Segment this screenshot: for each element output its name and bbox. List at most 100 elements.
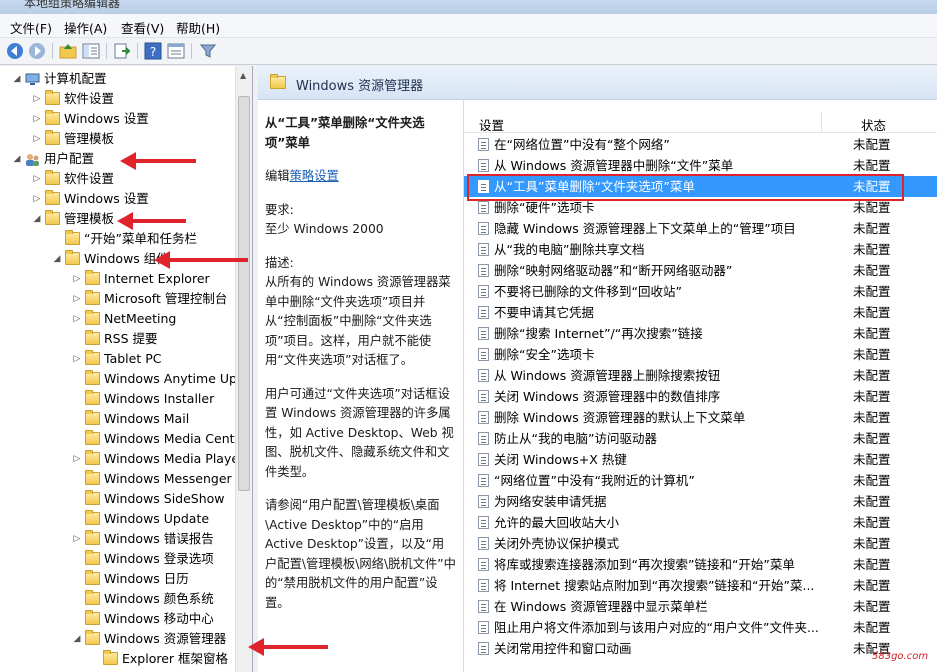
policy-setting-icon	[478, 621, 489, 634]
red-arrow-annotation	[248, 638, 328, 656]
expand-toggle-icon[interactable]: ▷	[72, 349, 82, 369]
expand-toggle-icon[interactable]: ▷	[72, 269, 82, 289]
policy-setting-icon	[478, 411, 489, 424]
policy-row[interactable]: 删除“搜索 Internet”/“再次搜索”链接 未配置	[464, 323, 937, 344]
policy-row[interactable]: “网络位置”中没有“我附近的计算机” 未配置	[464, 470, 937, 491]
expand-toggle-icon[interactable]: ▷	[72, 529, 82, 549]
policy-setting-icon	[478, 327, 489, 340]
forward-icon[interactable]	[28, 42, 46, 60]
policy-row[interactable]: 阻止用户将文件添加到与该用户对应的“用户文件”文件夹... 未配置	[464, 617, 937, 638]
tree-item-label: 计算机配置	[44, 71, 107, 86]
description-panel: 从“工具”菜单删除“文件夹选项”菜单 编辑策略设置 要求: 至少 Windows…	[258, 100, 463, 672]
policy-row[interactable]: 删除“映射网络驱动器”和“断开网络驱动器” 未配置	[464, 260, 937, 281]
help-icon[interactable]: ?	[144, 42, 162, 60]
expand-toggle-icon[interactable]: ▷	[32, 189, 42, 209]
policy-row[interactable]: 关闭 Windows+X 热键 未配置	[464, 449, 937, 470]
policy-row[interactable]: 不要将已删除的文件移到“回收站” 未配置	[464, 281, 937, 302]
column-divider[interactable]	[821, 112, 822, 133]
tree-item-label: Windows Anytime Upg	[104, 371, 245, 386]
policy-row[interactable]: 为网络安装申请凭据 未配置	[464, 491, 937, 512]
policy-setting-name: 关闭外壳协议保护模式	[494, 536, 620, 551]
column-header-state[interactable]: 状态	[861, 115, 886, 134]
red-arrow-annotation	[117, 212, 186, 230]
policy-setting-icon	[478, 558, 489, 571]
policy-row[interactable]: 从“我的电脑”删除共享文档 未配置	[464, 239, 937, 260]
description-paragraph: 从所有的 Windows 资源管理器菜单中删除“文件夹选项”项目并从“控制面板”…	[265, 275, 451, 367]
scroll-up-icon[interactable]: ▲	[240, 71, 246, 80]
expand-toggle-icon[interactable]: ▷	[32, 169, 42, 189]
collapse-toggle-icon[interactable]: ◢	[52, 249, 62, 269]
policy-state: 未配置	[853, 221, 891, 236]
collapse-toggle-icon[interactable]: ◢	[32, 209, 42, 229]
folder-icon	[270, 74, 286, 89]
expand-toggle-icon[interactable]: ▷	[72, 289, 82, 309]
expand-toggle-icon[interactable]: ▷	[72, 309, 82, 329]
folder-icon	[45, 170, 60, 185]
back-icon[interactable]	[6, 42, 24, 60]
filter-icon[interactable]	[199, 42, 217, 60]
toggle-spacer	[90, 649, 100, 669]
tree-item-label: Tablet PC	[104, 351, 162, 366]
policy-row[interactable]: 将 Internet 搜索站点附加到“再次搜索”链接和“开始”菜... 未配置	[464, 575, 937, 596]
policy-row[interactable]: 关闭 Windows 资源管理器中的数值排序 未配置	[464, 386, 937, 407]
policy-setting-name: 阻止用户将文件添加到与该用户对应的“用户文件”文件夹...	[494, 620, 819, 635]
policy-row[interactable]: 在“网络位置”中没有“整个网络” 未配置	[464, 134, 937, 155]
policy-row[interactable]: 删除“安全”选项卡 未配置	[464, 344, 937, 365]
toggle-spacer	[72, 329, 82, 349]
policy-row[interactable]: 将库或搜索连接器添加到“再次搜索”链接和“开始”菜单 未配置	[464, 554, 937, 575]
menu-help[interactable]: 帮助(H)	[176, 18, 220, 37]
menu-action[interactable]: 操作(A)	[64, 18, 107, 37]
policy-row[interactable]: 不要申请其它凭据 未配置	[464, 302, 937, 323]
policy-setting-name: 从“我的电脑”删除共享文档	[494, 242, 645, 257]
policy-row[interactable]: 删除 Windows 资源管理器的默认上下文菜单 未配置	[464, 407, 937, 428]
expand-toggle-icon[interactable]: ▷	[72, 449, 82, 469]
collapse-toggle-icon[interactable]: ◢	[12, 149, 22, 169]
export-icon[interactable]	[113, 42, 131, 60]
policy-row[interactable]: 防止从“我的电脑”访问驱动器 未配置	[464, 428, 937, 449]
folder-icon	[85, 510, 100, 525]
policy-row[interactable]: 在 Windows 资源管理器中显示菜单栏 未配置	[464, 596, 937, 617]
policy-setting-icon	[478, 642, 489, 655]
tree-item-label: Windows Update	[104, 511, 210, 526]
up-folder-icon[interactable]	[59, 42, 77, 60]
policy-row[interactable]: 从 Windows 资源管理器上删除搜索按钮 未配置	[464, 365, 937, 386]
policy-row[interactable]: 允许的最大回收站大小 未配置	[464, 512, 937, 533]
expand-toggle-icon[interactable]: ▷	[32, 89, 42, 109]
list-header: 设置 状态	[464, 112, 937, 133]
show-tree-icon[interactable]	[82, 42, 100, 60]
policy-row[interactable]: 关闭常用控件和窗口动画 未配置	[464, 638, 937, 659]
collapse-toggle-icon[interactable]: ◢	[72, 629, 82, 649]
policy-row[interactable]: 隐藏 Windows 资源管理器上下文菜单上的“管理”项目 未配置	[464, 218, 937, 239]
expand-toggle-icon[interactable]: ▷	[32, 109, 42, 129]
policy-setting-icon	[478, 579, 489, 592]
edit-prefix: 编辑	[265, 169, 290, 183]
column-header-setting[interactable]: 设置	[479, 115, 504, 134]
policy-setting-name: 删除“搜索 Internet”/“再次搜索”链接	[494, 326, 703, 341]
policy-setting-icon	[478, 390, 489, 403]
properties-icon[interactable]	[167, 42, 185, 60]
policy-setting-name: 隐藏 Windows 资源管理器上下文菜单上的“管理”项目	[494, 221, 796, 236]
policy-state: 未配置	[853, 410, 891, 425]
edit-line: 编辑策略设置	[265, 167, 456, 187]
policy-setting-icon	[478, 369, 489, 382]
policy-setting-icon	[478, 537, 489, 550]
folder-icon	[85, 330, 100, 345]
scroll-thumb[interactable]	[238, 96, 250, 491]
policy-setting-icon	[478, 138, 489, 151]
expand-toggle-icon[interactable]: ▷	[32, 129, 42, 149]
folder-icon	[85, 530, 100, 545]
edit-policy-link[interactable]: 策略设置	[290, 169, 339, 183]
red-arrow-annotation	[120, 152, 196, 170]
policy-row[interactable]: 从 Windows 资源管理器中删除“文件”菜单 未配置	[464, 155, 937, 176]
policy-setting-name: 防止从“我的电脑”访问驱动器	[494, 431, 657, 446]
tree-scrollbar[interactable]: ▲	[235, 66, 252, 672]
tree-item-label: Windows 登录选项	[104, 551, 214, 566]
menu-view[interactable]: 查看(V)	[121, 18, 164, 37]
policy-state: 未配置	[853, 494, 891, 509]
tree-item-label: Internet Explorer	[104, 271, 210, 286]
collapse-toggle-icon[interactable]: ◢	[12, 69, 22, 89]
policy-row[interactable]: 关闭外壳协议保护模式 未配置	[464, 533, 937, 554]
toggle-spacer	[72, 569, 82, 589]
menu-file[interactable]: 文件(F)	[10, 18, 52, 37]
tree-item-label: Windows 日历	[104, 571, 189, 586]
